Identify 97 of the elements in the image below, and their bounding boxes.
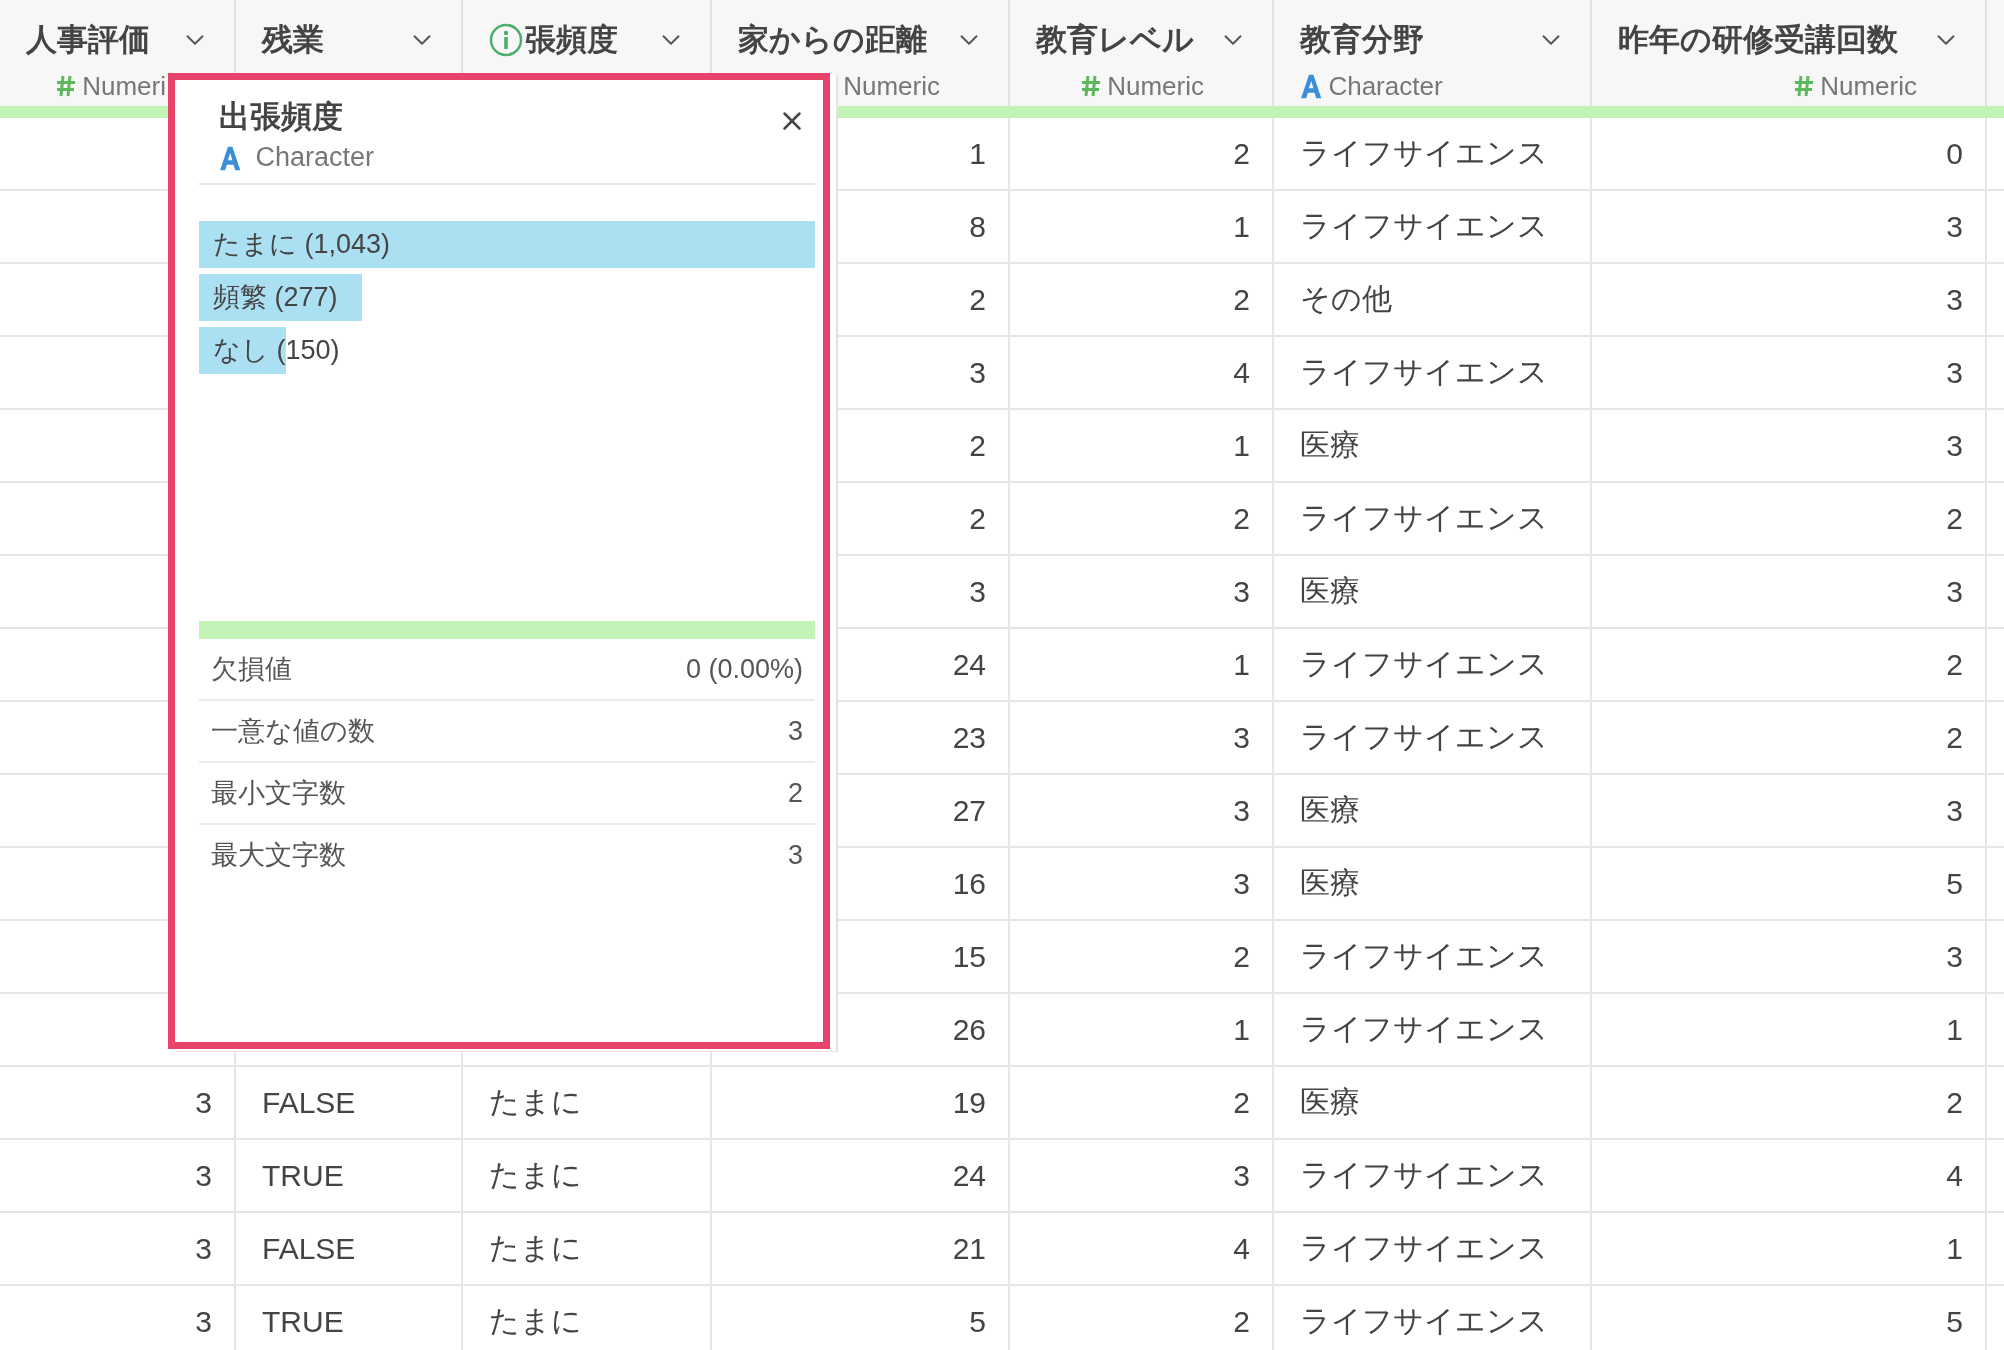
table-cell: 4 <box>1010 1213 1274 1286</box>
table-cell: 3 <box>0 1286 236 1350</box>
table-cell: 2 <box>1592 702 1987 775</box>
table-cell: たまに <box>463 1286 712 1350</box>
hash-icon <box>1081 75 1102 97</box>
table-cell: ライフサイエンス <box>1274 629 1592 702</box>
column-name: 教育レベル <box>1036 21 1194 59</box>
stat-value: 3 <box>787 715 803 747</box>
table-cell: 4 <box>1010 337 1274 410</box>
bar-label: 頻繁 (277) <box>212 282 338 312</box>
table-cell: 3 <box>1010 702 1274 775</box>
table-cell: ライフサイエンス <box>1274 1286 1592 1350</box>
table-cell: 3 <box>1010 848 1274 921</box>
hash-icon <box>1794 75 1815 97</box>
table-cell: TRUE <box>236 1286 463 1350</box>
info-icon[interactable] <box>489 23 523 57</box>
table-cell: 5 <box>712 1286 1010 1350</box>
table-cell: 2 <box>1010 1286 1274 1350</box>
table-cell: 1 <box>1010 410 1274 483</box>
table-cell: ライフサイエンス <box>1274 337 1592 410</box>
table-cell: 3 <box>1010 775 1274 848</box>
table-cell: 1 <box>1010 629 1274 702</box>
table-cell: 3 <box>1592 775 1987 848</box>
column-type: Character <box>1328 70 1443 102</box>
stat-label: 一意な値の数 <box>211 715 375 748</box>
column-header[interactable]: 教育レベル Numeric <box>1010 0 1274 106</box>
column-type: Character <box>255 142 374 173</box>
table-cell: 2 <box>1010 118 1274 191</box>
table-cell: 医療 <box>1274 410 1592 483</box>
column-header[interactable]: 教育分野 Character <box>1274 0 1592 106</box>
stat-label: 欠損値 <box>211 653 292 686</box>
table-cell: 5 <box>1592 1286 1987 1350</box>
table-cell: たまに <box>463 1140 712 1213</box>
table-cell: 3 <box>0 1067 236 1140</box>
column-name: 家からの距離 <box>738 21 927 59</box>
table-cell: 21 <box>712 1213 1010 1286</box>
table-cell: 医療 <box>1274 1067 1592 1140</box>
table-cell: FALSE <box>236 1213 463 1286</box>
table-cell: 医療 <box>1274 775 1592 848</box>
column-type: Numeri <box>82 70 166 102</box>
table-cell: 2 <box>1592 483 1987 556</box>
column-type: Numeric <box>1107 70 1204 102</box>
table-cell: FALSE <box>236 1067 463 1140</box>
table-cell: 3 <box>0 1213 236 1286</box>
table-cell: ライフサイエンス <box>1274 191 1592 264</box>
column-name: 昨年の研修受講回数 <box>1618 21 1898 59</box>
table-cell: 3 <box>1592 921 1987 994</box>
hash-icon <box>56 75 77 97</box>
table-cell: ライフサイエンス <box>1274 921 1592 994</box>
table-cell: 1 <box>1592 994 1987 1067</box>
table-cell: 2 <box>1010 264 1274 337</box>
table-cell: その他 <box>1274 264 1592 337</box>
table-cell: たまに <box>463 1213 712 1286</box>
column-name: 張頻度 <box>525 21 618 59</box>
table-cell: 医療 <box>1274 556 1592 629</box>
table-cell: ライフサイエンス <box>1274 483 1592 556</box>
table-cell: 4 <box>1592 1140 1987 1213</box>
table-cell: 3 <box>1592 337 1987 410</box>
bar-label: たまに (1,043) <box>212 229 391 259</box>
stat-label: 最大文字数 <box>211 839 346 872</box>
table-cell: 1 <box>1592 1213 1987 1286</box>
table-cell: 5 <box>1592 848 1987 921</box>
table-cell: 3 <box>1592 191 1987 264</box>
table-cell: 0 <box>1592 118 1987 191</box>
table-cell: 1 <box>1010 994 1274 1067</box>
table-cell: 3 <box>1592 556 1987 629</box>
character-type-icon <box>1300 72 1323 100</box>
column-type: Numeric <box>843 70 940 102</box>
table-cell: 24 <box>712 1140 1010 1213</box>
table-cell: 3 <box>1592 264 1987 337</box>
column-name: 教育分野 <box>1300 21 1424 59</box>
table-cell: 3 <box>1592 410 1987 483</box>
table-cell: たまに <box>463 1067 712 1140</box>
table-cell: 3 <box>0 1140 236 1213</box>
column-name: 人事評価 <box>26 21 150 59</box>
table-cell: ライフサイエンス <box>1274 1213 1592 1286</box>
column-header[interactable]: 昨年の研修受講回数 Numeric <box>1592 0 1987 106</box>
table-cell: 1 <box>1010 191 1274 264</box>
table-cell: 2 <box>1010 1067 1274 1140</box>
bar-label: なし (150) <box>212 335 340 365</box>
column-name: 残業 <box>262 21 324 59</box>
table-cell: ライフサイエンス <box>1274 994 1592 1067</box>
table-cell: ライフサイエンス <box>1274 1140 1592 1213</box>
table-cell: ライフサイエンス <box>1274 702 1592 775</box>
stat-value: 2 <box>787 777 803 809</box>
stat-label: 最小文字数 <box>211 777 346 810</box>
table-cell: 2 <box>1592 1067 1987 1140</box>
table-cell: 医療 <box>1274 848 1592 921</box>
table-cell: 19 <box>712 1067 1010 1140</box>
table-cell: 3 <box>1010 1140 1274 1213</box>
table-cell: TRUE <box>236 1140 463 1213</box>
table-cell: 2 <box>1592 629 1987 702</box>
column-type: Numeric <box>1820 70 1917 102</box>
table-cell: ライフサイエンス <box>1274 118 1592 191</box>
table-cell: 2 <box>1010 921 1274 994</box>
table-cell: 2 <box>1010 483 1274 556</box>
table-cell: 3 <box>1010 556 1274 629</box>
